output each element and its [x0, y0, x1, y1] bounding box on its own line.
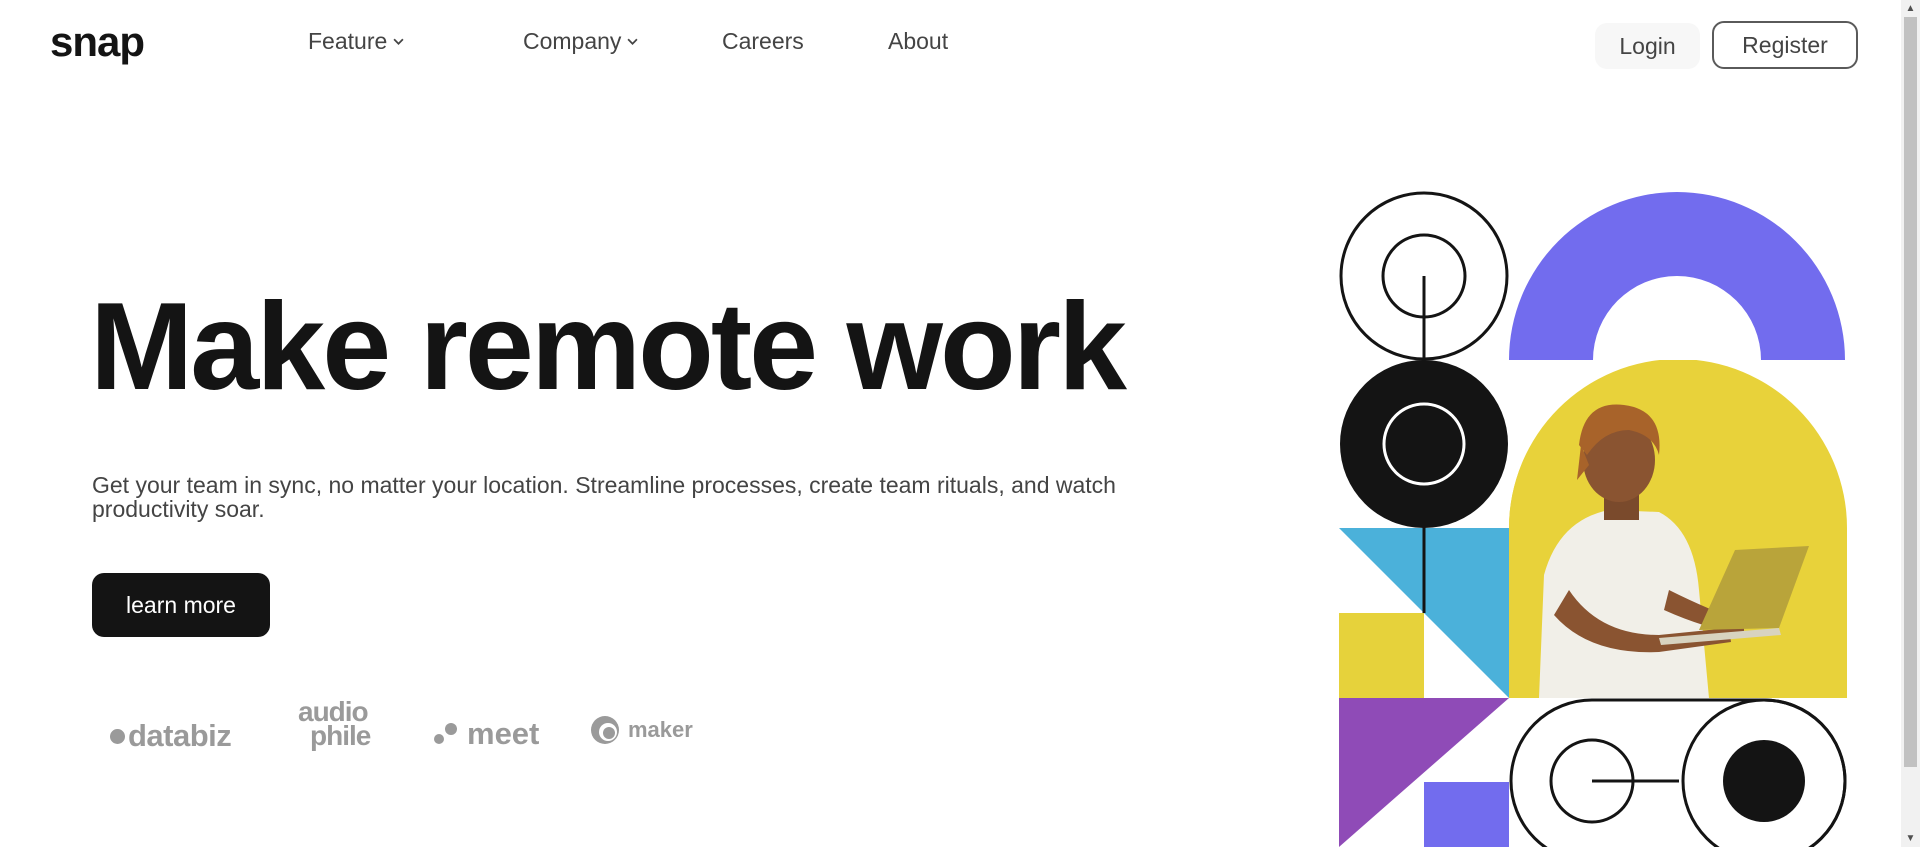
- client-logo-databiz: databiz: [110, 718, 232, 754]
- nav-about-label: About: [888, 28, 949, 54]
- nav-feature[interactable]: Feature: [308, 28, 404, 55]
- scroll-up-arrow-icon[interactable]: ▲: [1901, 0, 1920, 17]
- learn-more-button[interactable]: learn more: [92, 573, 270, 637]
- meet-text: meet: [467, 716, 540, 751]
- nav-careers-label: Careers: [722, 28, 804, 54]
- scrollbar-thumb[interactable]: [1904, 17, 1917, 767]
- person-with-laptop-image: [1509, 360, 1847, 698]
- databiz-text: databiz: [128, 718, 232, 753]
- meet-dots-icon: [434, 723, 457, 744]
- landing-page: snap Feature Company Careers About Login…: [0, 0, 1901, 847]
- client-logo-audiophile: audio phile: [298, 698, 371, 751]
- hero-subtitle: Get your team in sync, no matter your lo…: [92, 472, 1116, 522]
- nav-feature-label: Feature: [308, 28, 388, 54]
- nav-company-label: Company: [523, 28, 622, 54]
- scroll-down-arrow-icon[interactable]: ▼: [1901, 830, 1920, 847]
- site-logo[interactable]: snap: [50, 18, 145, 66]
- client-logo-meet: meet: [433, 716, 539, 752]
- client-logo-maker: maker: [590, 715, 693, 745]
- maker-text: maker: [628, 717, 693, 742]
- nav-company[interactable]: Company: [523, 28, 638, 55]
- audiophile-line2: phile: [310, 720, 371, 751]
- login-button[interactable]: Login: [1595, 23, 1700, 69]
- hero-artwork: [1339, 190, 1847, 847]
- nav-careers[interactable]: Careers: [722, 28, 804, 55]
- databiz-dot-icon: [110, 729, 125, 744]
- chevron-down-icon: [393, 38, 404, 45]
- hero-title: Make remote work: [90, 278, 1127, 416]
- chevron-down-icon: [627, 38, 638, 45]
- vertical-scrollbar[interactable]: ▲ ▼: [1901, 0, 1920, 847]
- maker-circle-icon: [591, 716, 619, 744]
- register-button[interactable]: Register: [1712, 21, 1858, 69]
- nav-about[interactable]: About: [888, 28, 948, 55]
